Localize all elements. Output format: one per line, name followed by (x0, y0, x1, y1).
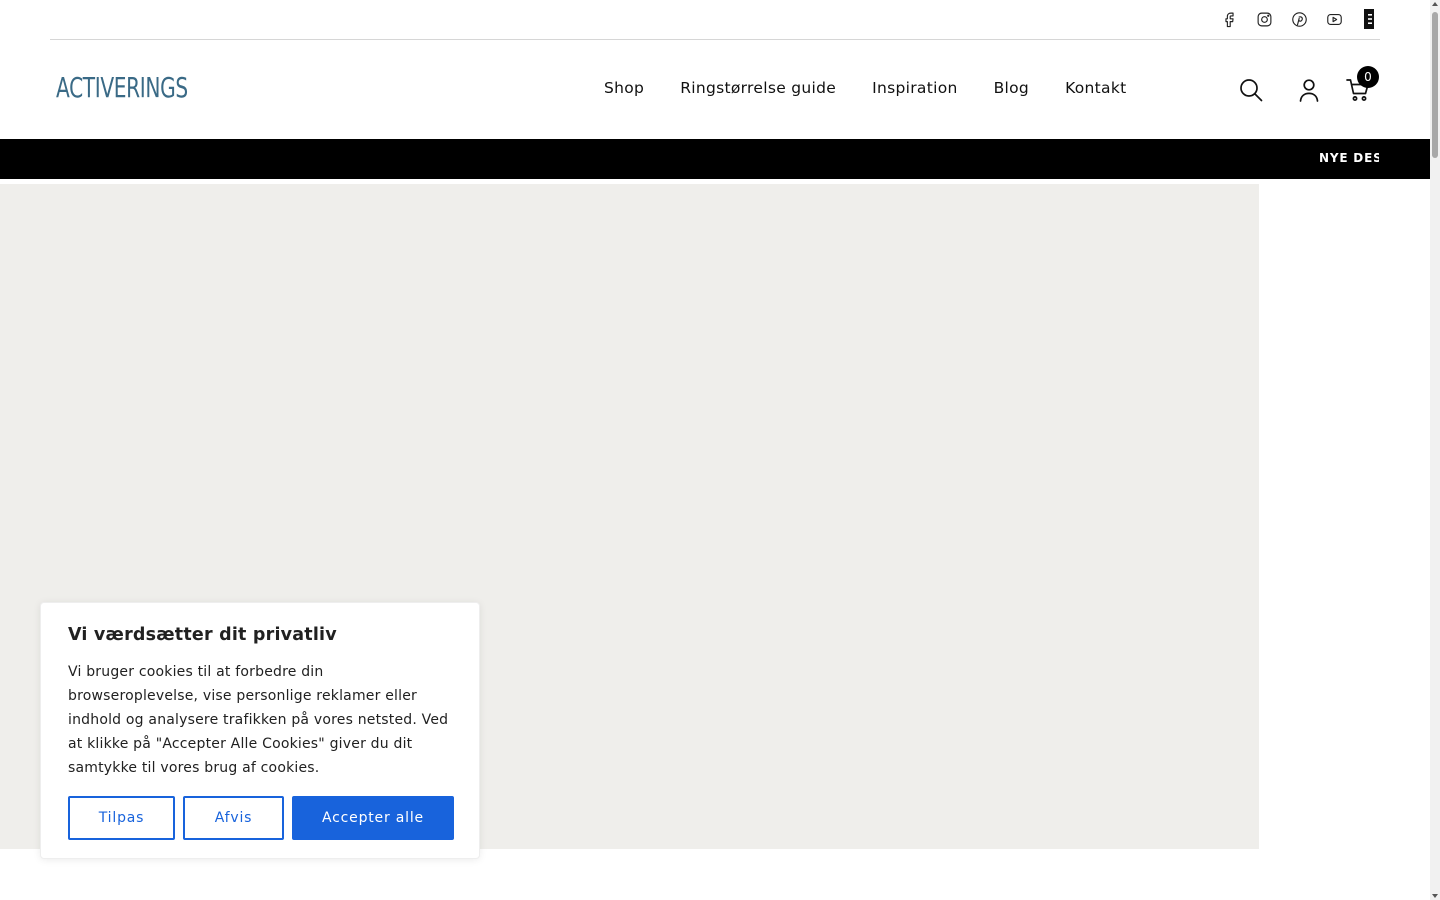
cookie-title: Vi værdsætter dit privatliv (68, 625, 337, 645)
user-icon[interactable] (1296, 77, 1322, 103)
reject-button[interactable]: Afvis (183, 796, 284, 840)
cookie-actions: Tilpas Afvis Accepter alle (68, 796, 454, 840)
bookmark-icon[interactable] (1358, 8, 1380, 30)
site-header: ACTIVERINGS Shop Ringstørrelse guide Ins… (0, 40, 1430, 139)
header-actions: 0 (1238, 66, 1388, 107)
nav-item-shop[interactable]: Shop (604, 79, 644, 97)
facebook-icon[interactable] (1218, 8, 1240, 30)
youtube-icon[interactable] (1323, 8, 1345, 30)
cookie-description: Vi bruger cookies til at forbedre din br… (68, 664, 449, 776)
scroll-down-icon[interactable] (1432, 894, 1438, 898)
page-scrollbar[interactable] (1430, 0, 1440, 900)
social-links (1218, 8, 1380, 30)
page: ACTIVERINGS Shop Ringstørrelse guide Ins… (0, 0, 1440, 900)
cart-count-badge: 0 (1357, 66, 1379, 88)
announcement-text: NYE DESI (1319, 151, 1379, 165)
nav-item-contact[interactable]: Kontakt (1065, 79, 1126, 97)
nav-item-blog[interactable]: Blog (994, 79, 1029, 97)
pinterest-icon[interactable] (1288, 8, 1310, 30)
instagram-icon[interactable] (1253, 8, 1275, 30)
social-bar (50, 0, 1380, 40)
search-icon[interactable] (1238, 77, 1264, 103)
main-nav: Shop Ringstørrelse guide Inspiration Blo… (604, 79, 1127, 97)
nav-item-ring-size-guide[interactable]: Ringstørrelse guide (680, 79, 836, 97)
cookie-consent-banner: Vi værdsætter dit privatliv Vi bruger co… (40, 602, 480, 859)
accept-all-button[interactable]: Accepter alle (292, 796, 454, 840)
scrollbar-thumb[interactable] (1432, 12, 1438, 158)
scroll-up-icon[interactable] (1432, 2, 1438, 6)
nav-item-inspiration[interactable]: Inspiration (872, 79, 957, 97)
site-logo[interactable]: ACTIVERINGS (56, 71, 188, 104)
announcement-bar: NYE DESI (0, 139, 1430, 179)
customize-button[interactable]: Tilpas (68, 796, 175, 840)
